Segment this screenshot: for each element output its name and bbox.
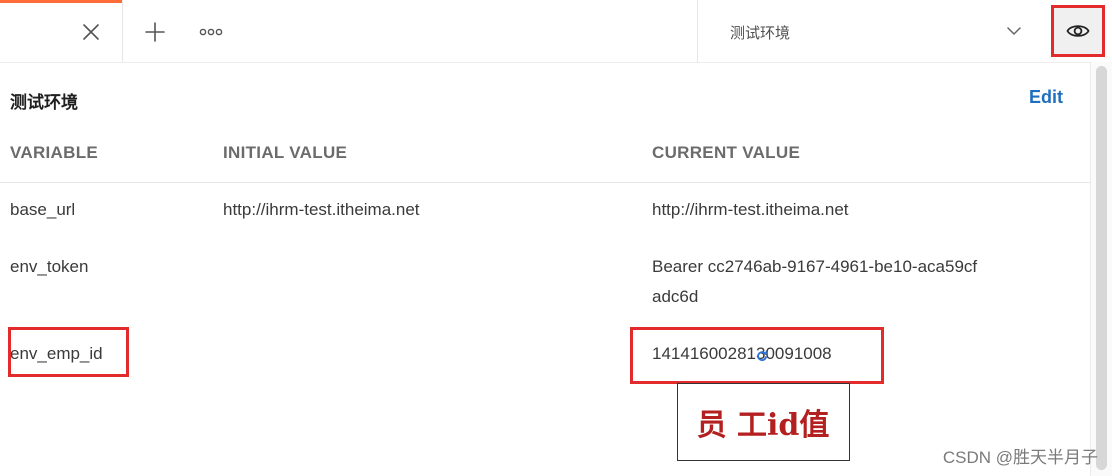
column-header-variable: VARIABLE bbox=[10, 143, 99, 162]
environment-selector[interactable]: 测试环境 bbox=[697, 0, 1043, 62]
variable-name: env_token bbox=[10, 257, 89, 276]
variable-highlight-box bbox=[8, 327, 129, 377]
environment-selector-value: 测试环境 bbox=[730, 25, 791, 42]
annotation-text: 员 工id值 bbox=[696, 408, 830, 443]
environment-quick-look-panel: 测试环境 Edit VARIABLE INITIAL VALUE CURRENT… bbox=[0, 62, 1090, 476]
close-icon[interactable] bbox=[80, 21, 102, 43]
eye-icon bbox=[1066, 25, 1090, 37]
initial-value: http://ihrm-test.itheima.net bbox=[223, 200, 420, 219]
refresh-icon bbox=[757, 350, 767, 361]
header-divider bbox=[0, 182, 1090, 183]
annotation-callout: 员 工id值 bbox=[677, 383, 850, 461]
panel-scrollbar[interactable] bbox=[1090, 62, 1112, 476]
plus-icon[interactable] bbox=[143, 20, 167, 44]
column-header-initial-value: INITIAL VALUE bbox=[223, 143, 348, 162]
active-tab-indicator bbox=[0, 0, 122, 3]
column-header-current-value: CURRENT VALUE bbox=[652, 143, 801, 162]
ellipsis-icon[interactable] bbox=[198, 24, 226, 40]
current-value: http://ihrm-test.itheima.net bbox=[652, 200, 849, 219]
environment-name: 测试环境 bbox=[10, 93, 78, 112]
edit-environment-link[interactable]: Edit bbox=[1029, 87, 1063, 108]
scrollbar-thumb[interactable] bbox=[1096, 66, 1107, 470]
variable-name: base_url bbox=[10, 200, 76, 219]
current-value: Bearer cc2746ab-9167-4961-be10-aca59cfad… bbox=[652, 257, 978, 306]
active-request-tab[interactable] bbox=[0, 0, 123, 62]
watermark: CSDN @胜天半月子 bbox=[942, 448, 1098, 467]
environment-quick-look-button[interactable] bbox=[1051, 5, 1105, 57]
tab-bar: 测试环境 bbox=[0, 0, 1112, 63]
chevron-down-icon bbox=[1007, 27, 1021, 35]
